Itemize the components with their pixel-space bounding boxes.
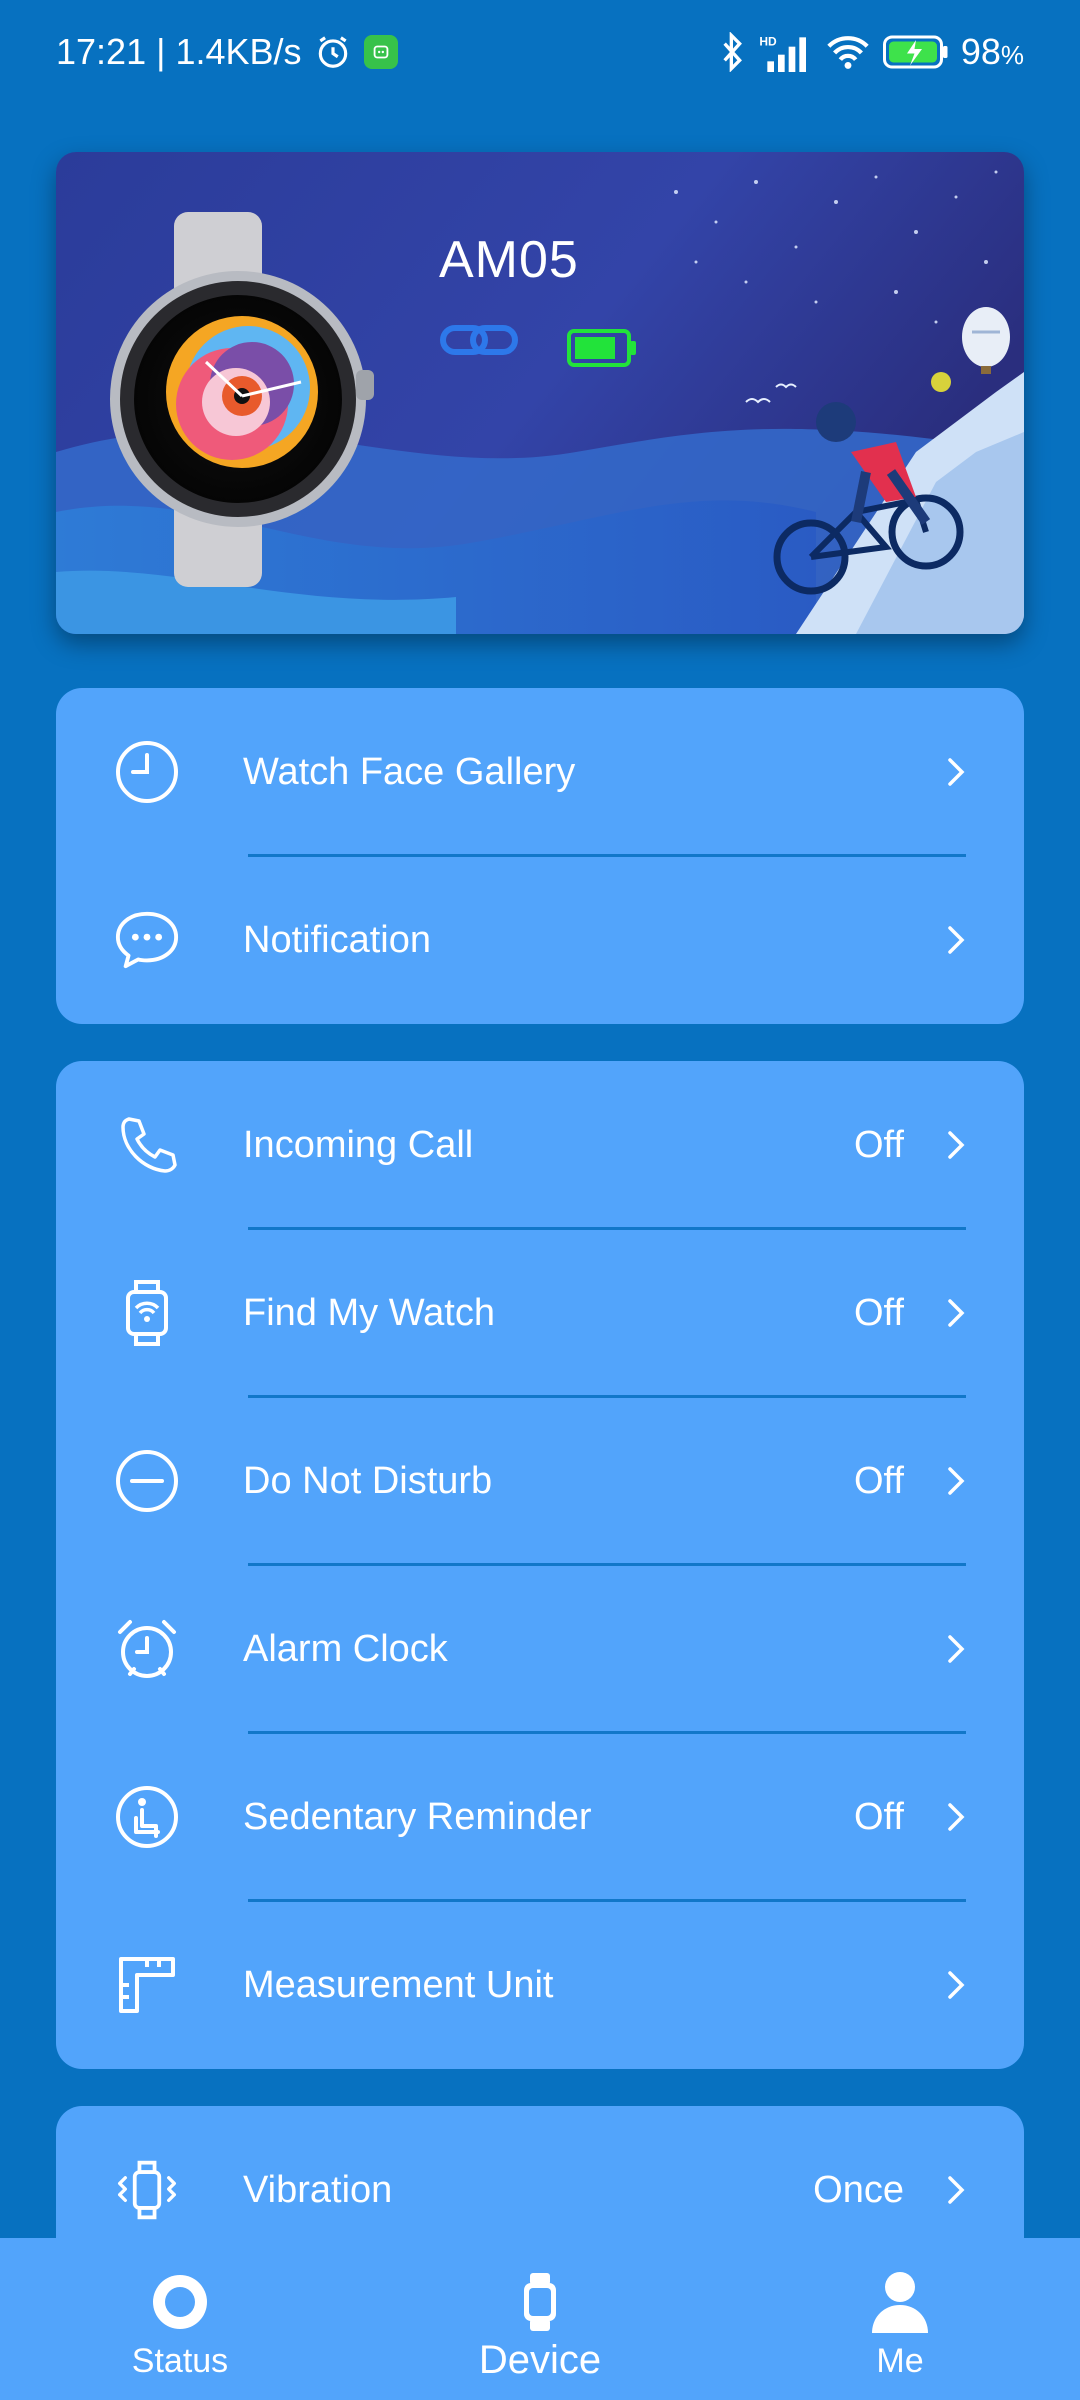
alarm-icon	[314, 33, 352, 71]
row-value: Off	[854, 1291, 904, 1334]
signal-icon: HD	[759, 32, 813, 72]
do-not-disturb-row[interactable]: Do Not Disturb Off	[56, 1397, 1024, 1565]
status-right: HD 98%	[719, 31, 1024, 73]
status-time-speed: 17:21 | 1.4KB/s	[56, 31, 302, 72]
row-value: Off	[854, 1459, 904, 1502]
chevron-right-icon	[944, 922, 968, 958]
chevron-right-icon	[944, 754, 968, 790]
link-icon	[439, 322, 519, 363]
incoming-call-row[interactable]: Incoming Call Off	[56, 1061, 1024, 1229]
hero-illustration	[56, 152, 1024, 634]
settings-card: Incoming Call Off Find My Watch Off Do N…	[56, 1061, 1024, 2069]
nav-label: Me	[876, 2342, 924, 2380]
bottom-navigation: Status Device Me	[0, 2238, 1080, 2400]
vibration-icon	[114, 2157, 180, 2223]
chevron-right-icon	[944, 1127, 968, 1163]
row-value: Off	[854, 1795, 904, 1838]
chevron-right-icon	[944, 1463, 968, 1499]
chat-bubble-icon	[114, 907, 180, 973]
battery-status-icon	[882, 34, 949, 70]
chevron-right-icon	[944, 1799, 968, 1835]
watch-signal-icon	[114, 1280, 180, 1346]
nav-me[interactable]: Me	[780, 2238, 1020, 2400]
alarm-clock-row[interactable]: Alarm Clock	[56, 1565, 1024, 1733]
row-value: Off	[854, 1123, 904, 1166]
row-value: Once	[813, 2168, 904, 2211]
watch-face-gallery-row[interactable]: Watch Face Gallery	[56, 688, 1024, 856]
row-label: Watch Face Gallery	[243, 750, 576, 793]
nav-label: Status	[131, 2342, 229, 2380]
device-hero-card[interactable]: AM05	[56, 152, 1024, 634]
svg-text:HD: HD	[759, 34, 777, 48]
chevron-right-icon	[944, 1631, 968, 1667]
row-label: Measurement Unit	[243, 1963, 554, 2006]
row-label: Vibration	[243, 2168, 393, 2211]
sedentary-reminder-row[interactable]: Sedentary Reminder Off	[56, 1733, 1024, 1901]
ruler-icon	[114, 1952, 180, 2018]
status-bar: 17:21 | 1.4KB/s HD 98%	[0, 0, 1080, 104]
minus-circle-icon	[114, 1448, 180, 1514]
device-name: AM05	[439, 231, 579, 289]
notification-row[interactable]: Notification	[56, 856, 1024, 1024]
nav-device[interactable]: Device	[420, 2238, 660, 2400]
row-label: Find My Watch	[243, 1291, 495, 1334]
row-label: Incoming Call	[243, 1123, 474, 1166]
bluetooth-icon	[719, 32, 747, 72]
find-my-watch-row[interactable]: Find My Watch Off	[56, 1229, 1024, 1397]
row-label: Alarm Clock	[243, 1627, 448, 1670]
chevron-right-icon	[944, 1295, 968, 1331]
chevron-right-icon	[944, 2172, 968, 2208]
status-left: 17:21 | 1.4KB/s	[56, 31, 398, 73]
row-label: Notification	[243, 918, 431, 961]
person-icon	[870, 2268, 930, 2336]
alarm-clock-icon	[114, 1616, 180, 1682]
row-label: Do Not Disturb	[243, 1459, 493, 1502]
sitting-person-icon	[114, 1784, 180, 1850]
nav-label: Device	[478, 2338, 602, 2382]
wifi-icon	[825, 32, 871, 72]
battery-icon	[566, 328, 638, 373]
row-label: Sedentary Reminder	[243, 1795, 592, 1838]
phone-icon	[114, 1112, 180, 1178]
battery-percent: 98%	[960, 31, 1024, 72]
nav-status[interactable]: Status	[60, 2238, 300, 2400]
clock-icon	[114, 739, 180, 805]
chevron-right-icon	[944, 1967, 968, 2003]
features-card: Watch Face Gallery Notification	[56, 688, 1024, 1024]
watch-icon	[520, 2268, 560, 2336]
measurement-unit-row[interactable]: Measurement Unit	[56, 1901, 1024, 2069]
app-notification-icon	[363, 35, 398, 69]
ring-icon	[148, 2268, 212, 2336]
